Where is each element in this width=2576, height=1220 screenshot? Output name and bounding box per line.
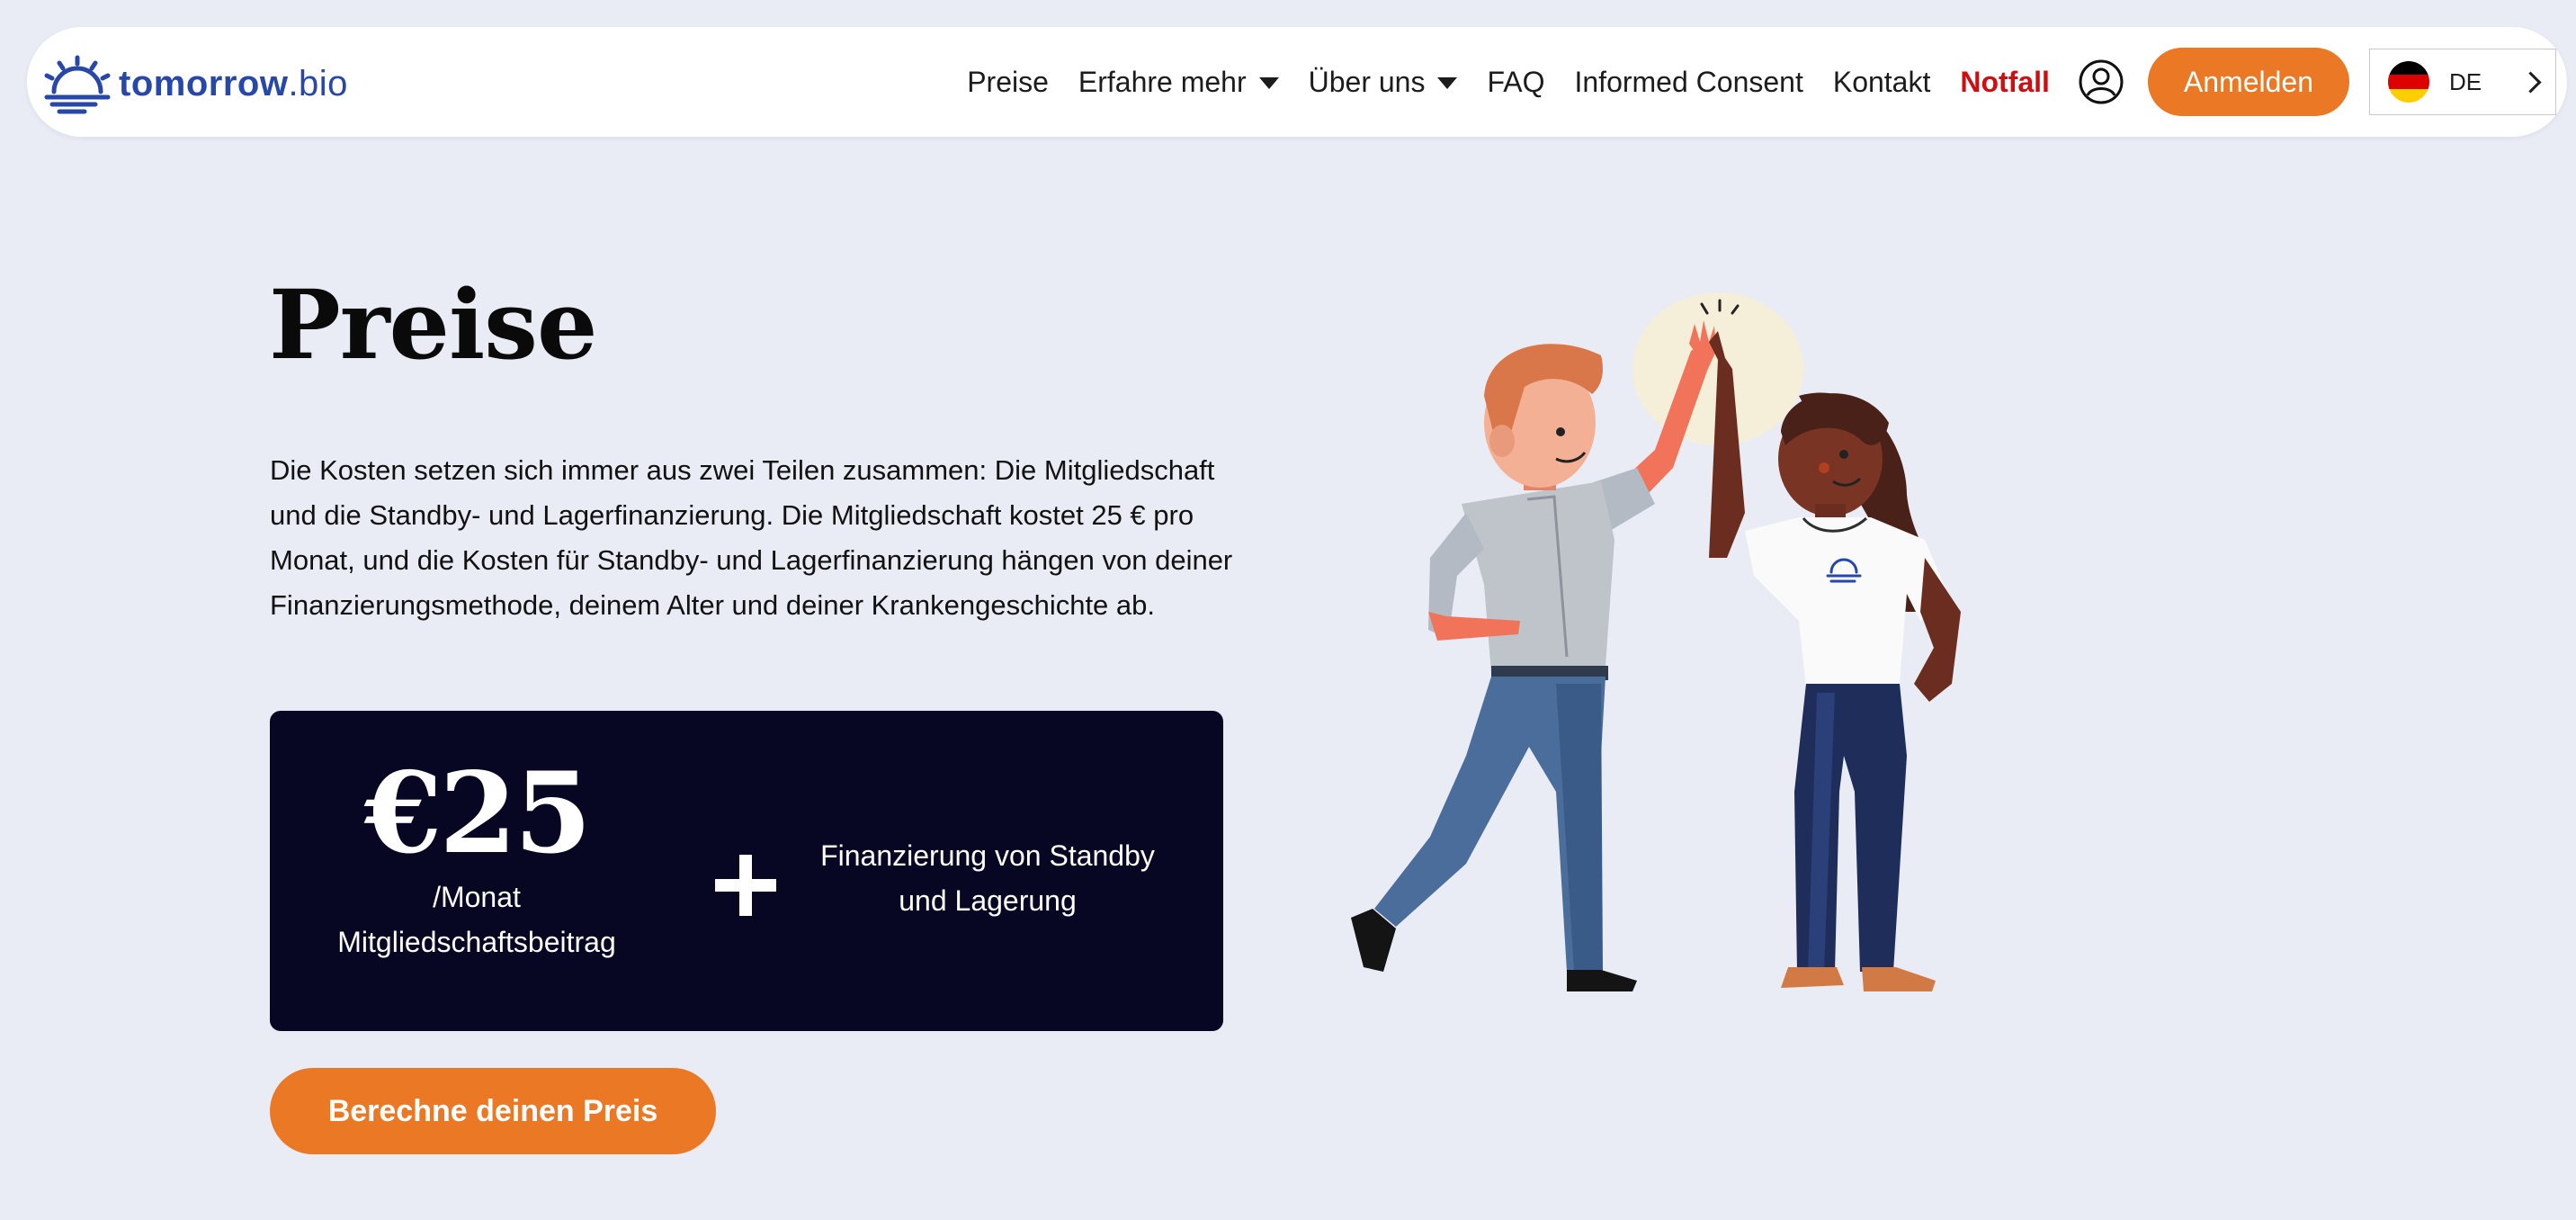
brand-logo[interactable]: tomorrow.bio [41, 52, 348, 115]
top-navbar: tomorrow.bio Preise Erfahre mehr Über un… [27, 27, 2567, 137]
brand-wordmark: tomorrow.bio [119, 64, 348, 104]
standby-storage-funding-text: Finanzierung von Standby und Lagerung [820, 839, 1155, 917]
page-title: Preise [269, 268, 597, 381]
nav-item-preise[interactable]: Preise [967, 66, 1049, 99]
membership-fee-block: €25 /Monat Mitgliedschaftsbeitrag [306, 756, 648, 964]
germany-flag-icon [2388, 61, 2429, 103]
nav-item-ueber-uns[interactable]: Über uns [1309, 66, 1458, 99]
sunrise-icon [44, 55, 111, 114]
price-label: Mitgliedschaftsbeitrag [337, 926, 616, 958]
high-five-illustration [1351, 292, 1961, 991]
caret-down-icon [1437, 76, 1458, 89]
nav-item-notfall[interactable]: Notfall [1960, 66, 2050, 99]
brand-name-suffix: .bio [288, 63, 348, 103]
nav-item-label: Informed Consent [1574, 65, 1803, 98]
nav-item-label: Notfall [1960, 65, 2050, 98]
nav-item-label: Kontakt [1832, 65, 1931, 98]
language-selector[interactable]: DE [2369, 49, 2556, 115]
nav-item-kontakt[interactable]: Kontakt [1833, 66, 1931, 99]
plus-icon [715, 855, 776, 916]
nav-item-informed-consent[interactable]: Informed Consent [1574, 66, 1802, 99]
language-code: DE [2449, 67, 2482, 95]
main-navigation: Preise Erfahre mehr Über uns FAQ Informe… [967, 27, 2567, 137]
nav-item-label: FAQ [1487, 65, 1545, 98]
login-button[interactable]: Anmelden [2147, 48, 2349, 116]
pricing-intro-text: Die Kosten setzen sich immer aus zwei Te… [270, 454, 1233, 621]
caret-down-icon [1258, 76, 1279, 89]
nav-item-label: Über uns [1308, 65, 1426, 98]
user-circle-icon[interactable] [2078, 58, 2124, 105]
price-card: €25 /Monat Mitgliedschaftsbeitrag Finanz… [270, 711, 1223, 1031]
price-period: /Monat [433, 881, 521, 913]
nav-item-label: Erfahre mehr [1078, 65, 1247, 98]
nav-item-label: Preise [967, 65, 1049, 98]
calculate-price-button[interactable]: Berechne deinen Preis [270, 1068, 716, 1154]
nav-item-erfahre-mehr[interactable]: Erfahre mehr [1078, 66, 1279, 99]
brand-name-bold: tomorrow [119, 63, 289, 103]
price-amount: €25 [364, 749, 592, 879]
chevron-right-icon [2519, 70, 2542, 94]
nav-item-faq[interactable]: FAQ [1487, 66, 1544, 99]
